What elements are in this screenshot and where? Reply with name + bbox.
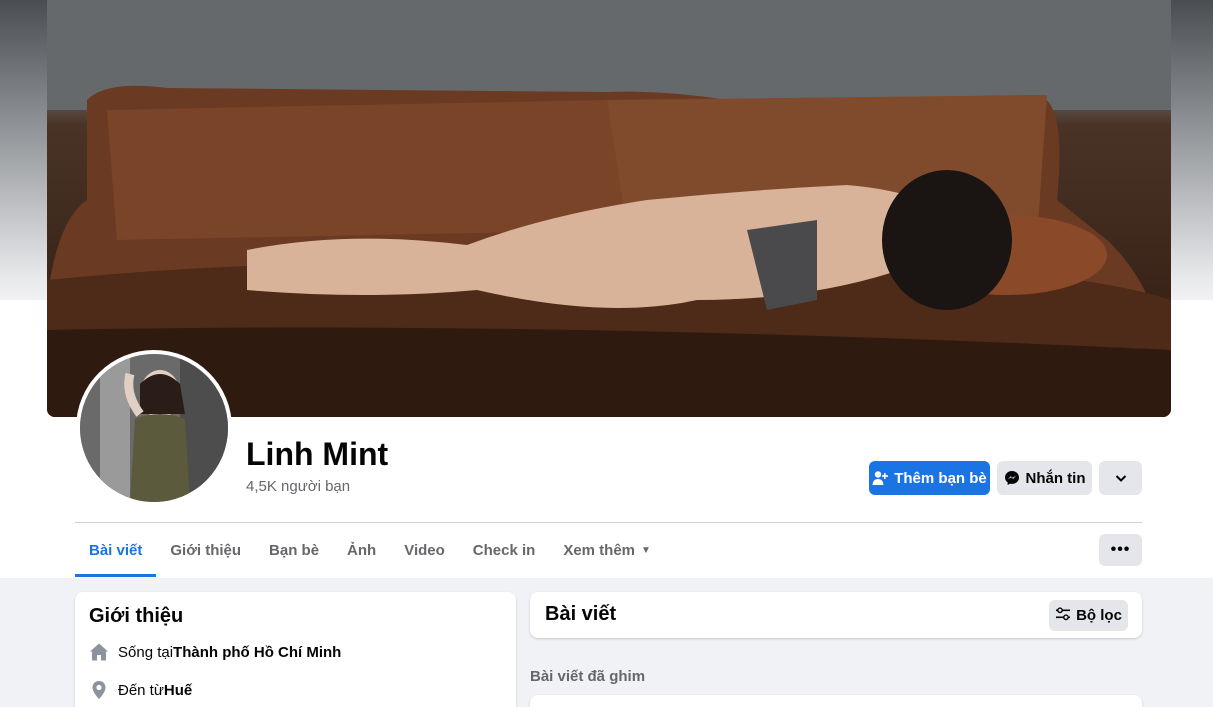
tab-label: Bài viết [89, 542, 143, 559]
profile-name: Linh Mint [246, 436, 389, 472]
add-friend-button[interactable]: Thêm bạn bè [869, 461, 990, 495]
cover-photo[interactable] [47, 0, 1171, 417]
pinned-posts-label: Bài viết đã ghim [530, 668, 646, 685]
tab-photos[interactable]: Ảnh [333, 524, 390, 577]
posts-header-card: Bài viết Bộ lọc [530, 592, 1142, 638]
filter-label: Bộ lọc [1076, 607, 1122, 624]
home-icon [89, 642, 109, 662]
add-friend-label: Thêm bạn bè [894, 469, 987, 487]
chevron-down-icon [1113, 470, 1129, 486]
avatar [80, 354, 228, 502]
tab-videos[interactable]: Video [390, 524, 459, 577]
tab-label: Giới thiệu [170, 542, 242, 559]
tab-posts[interactable]: Bài viết [75, 524, 157, 577]
posts-title: Bài viết [545, 603, 617, 625]
message-label: Nhắn tin [1025, 469, 1086, 487]
cover-image [47, 0, 1171, 417]
message-button[interactable]: Nhắn tin [997, 461, 1092, 495]
friend-count[interactable]: 4,5K người bạn [246, 478, 350, 495]
intro-from: Đến từ Huế [89, 680, 192, 700]
tab-about[interactable]: Giới thiệu [156, 524, 255, 577]
tab-label: Ảnh [347, 542, 377, 559]
intro-lives-in: Sống tại Thành phố Hồ Chí Minh [89, 642, 341, 662]
tab-label: Video [404, 542, 445, 559]
profile-tabs: Bài viết Giới thiệu Bạn bè Ảnh Video Che… [75, 524, 665, 577]
tab-label: Check in [472, 542, 536, 559]
caret-down-icon: ▼ [641, 545, 651, 556]
profile-picture[interactable] [76, 350, 232, 506]
avatar-image [80, 354, 228, 502]
tab-label: Bạn bè [269, 542, 320, 559]
pinned-post-card[interactable] [530, 695, 1142, 707]
from-value[interactable]: Huế [164, 682, 192, 699]
more-options-button[interactable]: ••• [1099, 534, 1142, 566]
more-dots-icon: ••• [1110, 541, 1131, 558]
from-prefix: Đến từ [118, 681, 164, 699]
lives-in-prefix: Sống tại [118, 643, 174, 661]
filter-button[interactable]: Bộ lọc [1049, 600, 1128, 631]
tab-more[interactable]: Xem thêm ▼ [549, 524, 665, 577]
intro-title: Giới thiệu [89, 605, 184, 627]
messenger-icon [1004, 470, 1020, 486]
profile-options-button[interactable] [1099, 461, 1142, 495]
add-friend-icon [872, 470, 889, 486]
filter-icon [1055, 606, 1071, 626]
lives-in-value[interactable]: Thành phố Hồ Chí Minh [173, 644, 341, 661]
tab-label: Xem thêm [563, 542, 636, 559]
intro-card: Giới thiệu Sống tại Thành phố Hồ Chí Min… [75, 592, 516, 707]
tab-friends[interactable]: Bạn bè [255, 524, 333, 577]
location-pin-icon [89, 680, 109, 700]
header-divider [75, 522, 1142, 523]
tab-check-in[interactable]: Check in [459, 524, 550, 577]
